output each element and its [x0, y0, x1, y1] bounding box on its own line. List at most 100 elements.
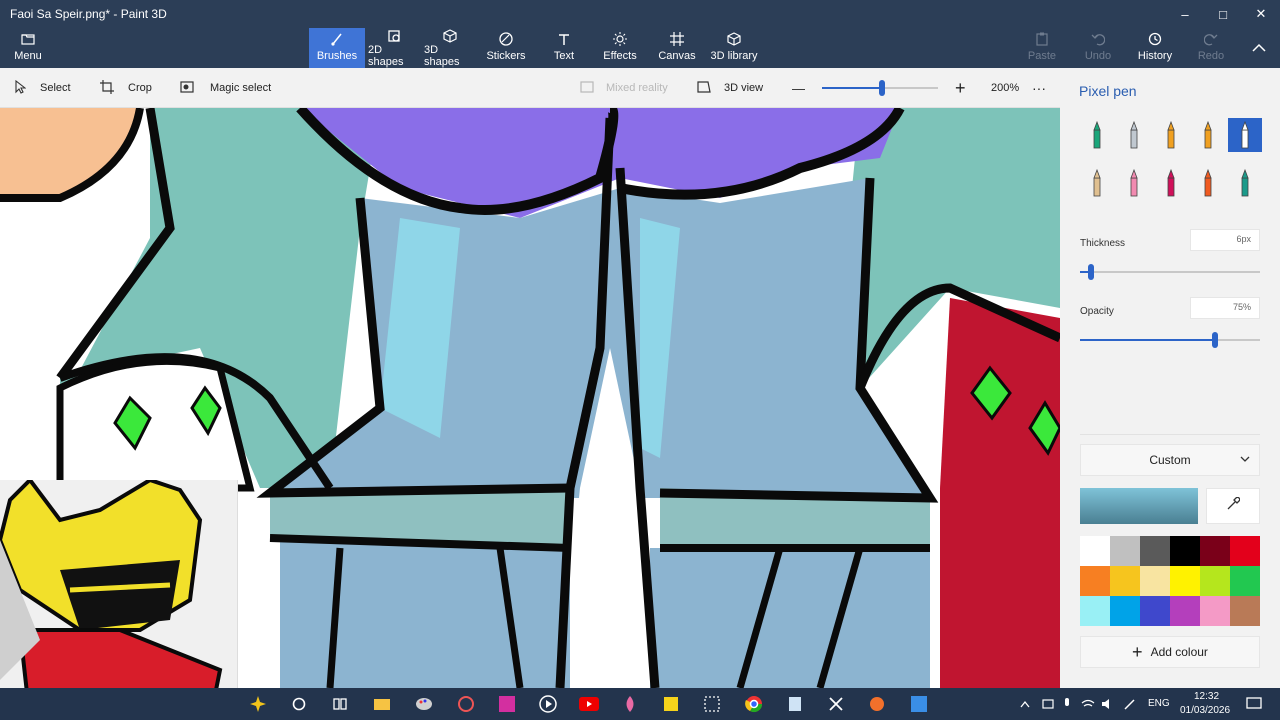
colour-swatch[interactable] [1200, 536, 1230, 566]
pencil-icon[interactable] [1080, 166, 1114, 200]
notepad-icon[interactable] [783, 692, 807, 716]
burst-app-icon[interactable] [865, 692, 889, 716]
tab-2d-shapes[interactable]: 2D shapes [368, 28, 420, 68]
tab-3d-shapes[interactable]: 3D shapes [424, 28, 476, 68]
zoom-slider[interactable] [822, 80, 938, 96]
colour-swatch[interactable] [1170, 566, 1200, 596]
speaker-icon[interactable] [1100, 692, 1116, 716]
chrome-icon[interactable] [742, 692, 766, 716]
tab-brushes[interactable]: Brushes [309, 28, 365, 68]
chevron-up-tray-icon[interactable] [1018, 692, 1032, 716]
pen-tray-icon[interactable] [1122, 692, 1138, 716]
snipping-tool-icon[interactable] [700, 692, 724, 716]
3d-view-button[interactable]: 3D view [696, 68, 763, 108]
calligraphy-pen-icon[interactable] [1117, 118, 1151, 152]
spray-can-icon[interactable] [1191, 166, 1225, 200]
oil-brush-icon[interactable] [1154, 118, 1188, 152]
colour-swatch[interactable] [1080, 596, 1110, 626]
mixed-reality-button[interactable]: Mixed reality [580, 68, 668, 108]
undo-button[interactable]: Undo [1082, 28, 1114, 68]
more-options-button[interactable]: ··· [1032, 68, 1046, 108]
minimize-button[interactable]: – [1166, 0, 1204, 28]
colour-mode-dropdown[interactable]: Custom [1080, 444, 1260, 476]
maximize-button[interactable]: □ [1204, 0, 1242, 28]
collapse-ribbon-button[interactable] [1240, 28, 1278, 68]
clock-time[interactable]: 12:32 [1194, 691, 1219, 702]
crop-tool[interactable]: Crop [100, 68, 152, 108]
title-bar: Faoi Sa Speir.png* - Paint 3D – □ ✕ [0, 0, 1280, 28]
colour-swatch[interactable] [1170, 596, 1200, 626]
colour-swatch[interactable] [1200, 596, 1230, 626]
fill-icon[interactable] [1228, 166, 1262, 200]
tab-3d-library[interactable]: 3D library [708, 28, 760, 68]
paint-3d-icon[interactable] [618, 692, 642, 716]
task-view-icon[interactable] [328, 692, 352, 716]
tools-bar: Select Crop Magic select Mixed reality 3… [0, 68, 1060, 108]
colour-swatch[interactable] [1110, 536, 1140, 566]
camera-tray-icon[interactable] [1040, 692, 1056, 716]
colour-swatch[interactable] [1230, 596, 1260, 626]
tab-label: Brushes [316, 50, 358, 62]
opacity-input[interactable]: 75% [1190, 297, 1260, 319]
crayon-icon[interactable] [1154, 166, 1188, 200]
current-colour-preview[interactable] [1080, 488, 1198, 524]
paste-button[interactable]: Paste [1026, 28, 1058, 68]
language-indicator[interactable]: ENG [1148, 698, 1170, 709]
magic-select-tool[interactable]: Magic select [180, 68, 271, 108]
clock-date[interactable]: 01/03/2026 [1180, 705, 1230, 716]
zoom-in-button[interactable]: + [955, 68, 966, 108]
paint-app-icon[interactable] [907, 692, 931, 716]
colour-swatch[interactable] [1080, 566, 1110, 596]
eyedropper-button[interactable] [1206, 488, 1260, 524]
undo-label: Undo [1084, 50, 1112, 62]
sticky-notes-icon[interactable] [659, 692, 683, 716]
pixel-pen-icon[interactable] [1228, 118, 1262, 152]
colour-swatch[interactable] [1110, 566, 1140, 596]
zoom-slider-thumb[interactable] [879, 80, 885, 96]
opacity-slider-thumb[interactable] [1212, 332, 1218, 348]
add-colour-button[interactable]: + Add colour [1080, 636, 1260, 668]
search-circle-icon[interactable] [287, 692, 311, 716]
tab-canvas[interactable]: Canvas [658, 28, 696, 68]
redo-button[interactable]: Redo [1196, 28, 1226, 68]
zoom-out-button[interactable]: — [792, 68, 805, 108]
photoshop-icon[interactable] [495, 692, 519, 716]
start-sparkle-icon[interactable] [246, 692, 270, 716]
select-tool[interactable]: Select [14, 68, 71, 108]
colour-swatch[interactable] [1110, 596, 1140, 626]
history-icon [1148, 28, 1162, 50]
menu-button[interactable]: Menu [6, 28, 50, 68]
colour-swatch[interactable] [1200, 566, 1230, 596]
colour-swatch[interactable] [1080, 536, 1110, 566]
watercolor-icon[interactable] [1191, 118, 1225, 152]
tab-effects[interactable]: Effects [602, 28, 638, 68]
3d-shapes-icon [443, 28, 457, 44]
colour-swatch[interactable] [1140, 566, 1170, 596]
file-explorer-icon[interactable] [370, 692, 394, 716]
youtube-icon[interactable] [577, 692, 601, 716]
colour-swatch[interactable] [1230, 536, 1260, 566]
thickness-slider-thumb[interactable] [1088, 264, 1094, 280]
media-player-icon[interactable] [536, 692, 560, 716]
tab-stickers[interactable]: Stickers [484, 28, 528, 68]
colour-swatch[interactable] [1140, 536, 1170, 566]
marker-icon[interactable] [1080, 118, 1114, 152]
thickness-input[interactable]: 6px [1190, 229, 1260, 251]
cursor-icon [14, 79, 27, 97]
microphone-icon[interactable] [1060, 692, 1074, 716]
history-button[interactable]: History [1136, 28, 1174, 68]
colour-swatch[interactable] [1230, 566, 1260, 596]
opacity-slider[interactable] [1080, 332, 1260, 348]
panel-title: Pixel pen [1079, 83, 1137, 99]
capcut-icon[interactable] [824, 692, 848, 716]
thickness-slider[interactable] [1080, 264, 1260, 280]
app-circle-icon[interactable] [454, 692, 478, 716]
network-icon[interactable] [1080, 692, 1096, 716]
paint-palette-icon[interactable] [412, 692, 436, 716]
close-button[interactable]: ✕ [1242, 0, 1280, 28]
colour-swatch[interactable] [1170, 536, 1200, 566]
colour-swatch[interactable] [1140, 596, 1170, 626]
eraser-icon[interactable] [1117, 166, 1151, 200]
tab-text[interactable]: Text [548, 28, 580, 68]
notifications-icon[interactable] [1242, 692, 1266, 716]
